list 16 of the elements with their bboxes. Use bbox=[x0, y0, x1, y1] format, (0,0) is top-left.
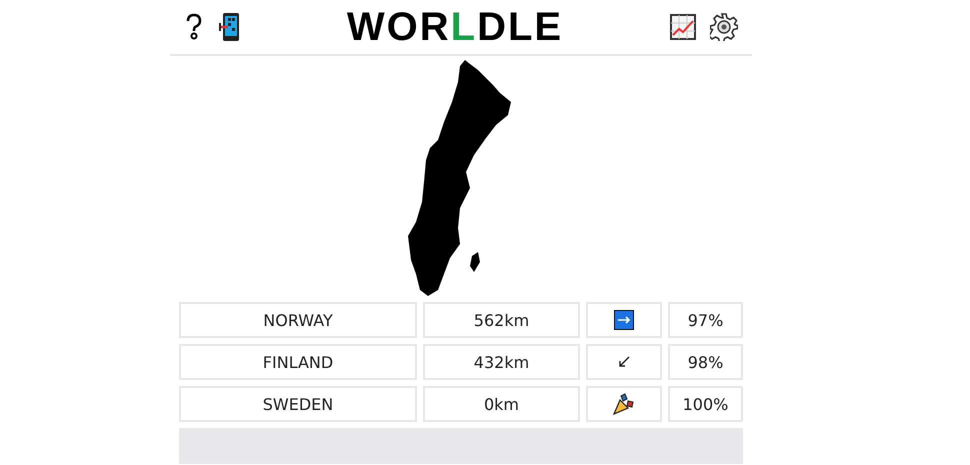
country-cell: NORWAY bbox=[179, 302, 417, 338]
game-title: WORLDLE bbox=[346, 4, 564, 50]
chart-icon[interactable] bbox=[670, 14, 696, 40]
country-cell: SWEDEN bbox=[179, 386, 417, 422]
proximity-cell: 100% bbox=[668, 386, 743, 422]
proximity-cell: 98% bbox=[668, 344, 743, 380]
distance-cell: 0km bbox=[423, 386, 580, 422]
distance-cell: 562km bbox=[423, 302, 580, 338]
settings-icon[interactable] bbox=[710, 13, 738, 41]
down-left-arrow-icon bbox=[618, 356, 630, 368]
distance-cell: 432km bbox=[423, 344, 580, 380]
party-popper-icon bbox=[612, 392, 636, 416]
help-icon[interactable] bbox=[184, 13, 204, 41]
proximity-cell: 97% bbox=[668, 302, 743, 338]
country-cell: FINLAND bbox=[179, 344, 417, 380]
phone-icon[interactable] bbox=[218, 12, 240, 42]
